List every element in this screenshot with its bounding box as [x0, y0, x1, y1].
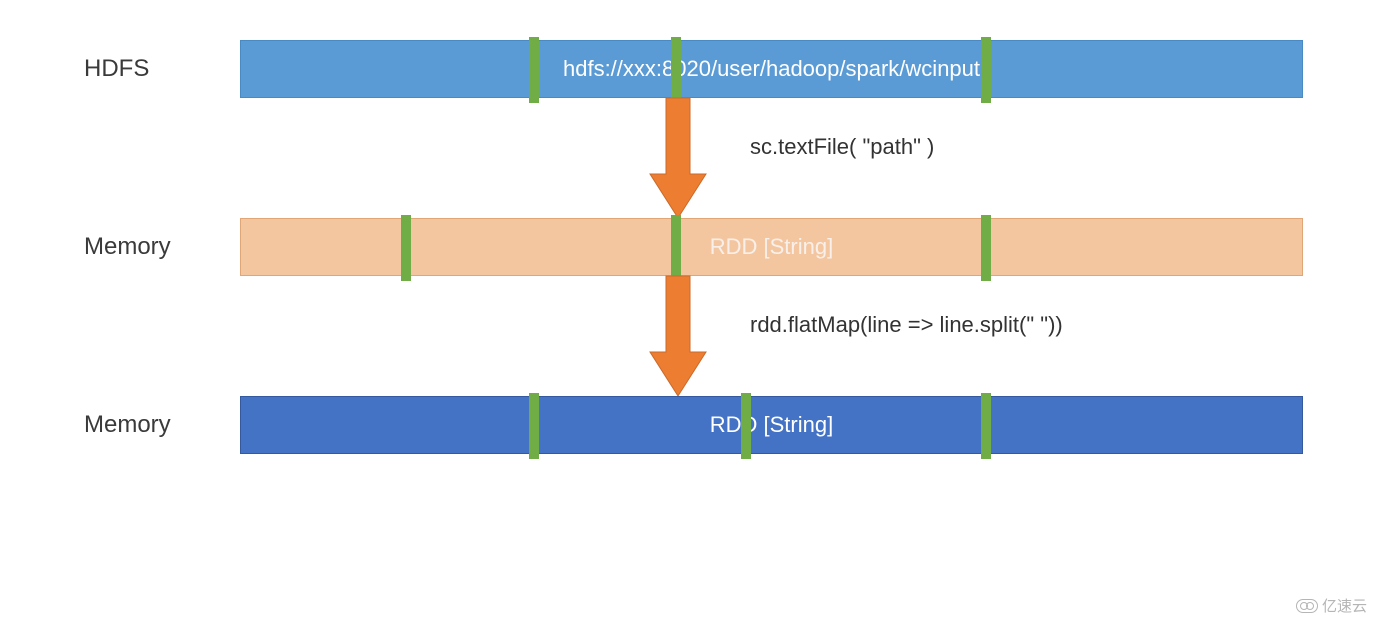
row-memory-2: Memory RDD [String] [70, 396, 1343, 454]
bar-memory-1-text: RDD [String] [710, 234, 833, 260]
bar-memory-2: RDD [String] [240, 396, 1303, 454]
partition-divider [981, 37, 991, 103]
row-hdfs: HDFS hdfs://xxx:8020/user/hadoop/spark/w… [70, 40, 1343, 98]
partition-divider [981, 215, 991, 281]
arrow-label-2: rdd.flatMap(line => line.split(" ")) [750, 312, 1063, 338]
spark-rdd-diagram: HDFS hdfs://xxx:8020/user/hadoop/spark/w… [0, 0, 1383, 624]
partition-divider [529, 37, 539, 103]
partition-divider [401, 215, 411, 281]
bar-memory-1: RDD [String] [240, 218, 1303, 276]
arrow-zone-1: sc.textFile( "path" ) [240, 98, 1303, 218]
partition-divider [671, 37, 681, 103]
arrow-zone-2: rdd.flatMap(line => line.split(" ")) [240, 276, 1303, 396]
down-arrow-icon [648, 274, 708, 398]
arrow-label-1: sc.textFile( "path" ) [750, 134, 934, 160]
watermark: 亿速云 [1296, 595, 1367, 616]
partition-divider [529, 393, 539, 459]
label-memory-2: Memory [70, 411, 240, 439]
label-memory-1: Memory [70, 233, 240, 261]
row-memory-1: Memory RDD [String] [70, 218, 1343, 276]
down-arrow-icon [648, 96, 708, 220]
label-hdfs: HDFS [70, 55, 240, 83]
watermark-text: 亿速云 [1322, 595, 1367, 616]
partition-divider [741, 393, 751, 459]
watermark-logo-icon [1296, 599, 1318, 613]
partition-divider [671, 215, 681, 281]
bar-hdfs: hdfs://xxx:8020/user/hadoop/spark/wcinpu… [240, 40, 1303, 98]
bar-hdfs-text: hdfs://xxx:8020/user/hadoop/spark/wcinpu… [563, 56, 980, 82]
bar-memory-2-text: RDD [String] [710, 412, 833, 438]
partition-divider [981, 393, 991, 459]
